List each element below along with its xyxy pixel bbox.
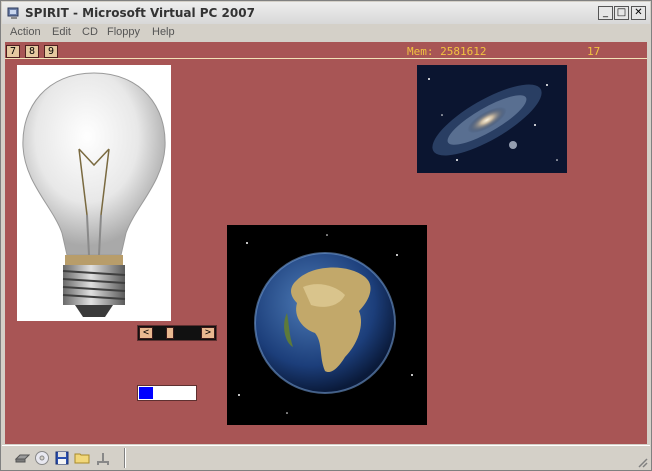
galaxy-image — [417, 65, 567, 173]
menu-bar: Action Edit CD Floppy Help — [2, 24, 650, 42]
virtual-pc-app-icon — [7, 7, 19, 19]
cd-drive-icon[interactable] — [34, 450, 50, 466]
top-divider-line — [5, 58, 647, 59]
shared-folder-icon[interactable] — [74, 450, 90, 466]
hard-disk-icon[interactable] — [14, 450, 30, 466]
status-separator — [124, 448, 126, 468]
menu-edit[interactable]: Edit — [52, 26, 71, 38]
scrollbar-thumb[interactable] — [166, 327, 174, 339]
lightbulb-image — [17, 65, 171, 321]
progress-bar — [137, 385, 197, 401]
number-button-9[interactable]: 9 — [44, 45, 58, 58]
floppy-disk-icon[interactable] — [54, 450, 70, 466]
earth-image — [227, 225, 427, 425]
menu-help[interactable]: Help — [152, 26, 175, 38]
menu-floppy[interactable]: Floppy — [107, 26, 140, 38]
memory-readout: Mem: 2581612 — [407, 45, 487, 58]
progress-fill — [139, 387, 153, 399]
number-button-7[interactable]: 7 — [6, 45, 20, 58]
counter-readout: 17 — [587, 45, 601, 58]
minimize-button[interactable]: _ — [598, 6, 613, 20]
window-title: SPIRIT - Microsoft Virtual PC 2007 — [25, 6, 255, 20]
maximize-button[interactable]: □ — [614, 6, 629, 20]
vm-screen[interactable]: 7 8 9 Mem: 2581612 17 < > — [5, 42, 647, 444]
network-icon[interactable] — [95, 450, 111, 466]
scroll-left-button[interactable]: < — [139, 327, 153, 339]
number-button-8[interactable]: 8 — [25, 45, 39, 58]
horizontal-scrollbar[interactable]: < > — [137, 325, 217, 341]
menu-cd[interactable]: CD — [82, 26, 98, 38]
resize-grip-icon[interactable] — [636, 456, 648, 468]
vpc-window: SPIRIT - Microsoft Virtual PC 2007 _ □ ✕… — [0, 0, 652, 471]
title-bar[interactable]: SPIRIT - Microsoft Virtual PC 2007 _ □ ✕ — [2, 2, 650, 25]
scroll-right-button[interactable]: > — [201, 327, 215, 339]
status-bar — [2, 445, 650, 470]
close-button[interactable]: ✕ — [631, 6, 646, 20]
menu-action[interactable]: Action — [10, 26, 41, 38]
